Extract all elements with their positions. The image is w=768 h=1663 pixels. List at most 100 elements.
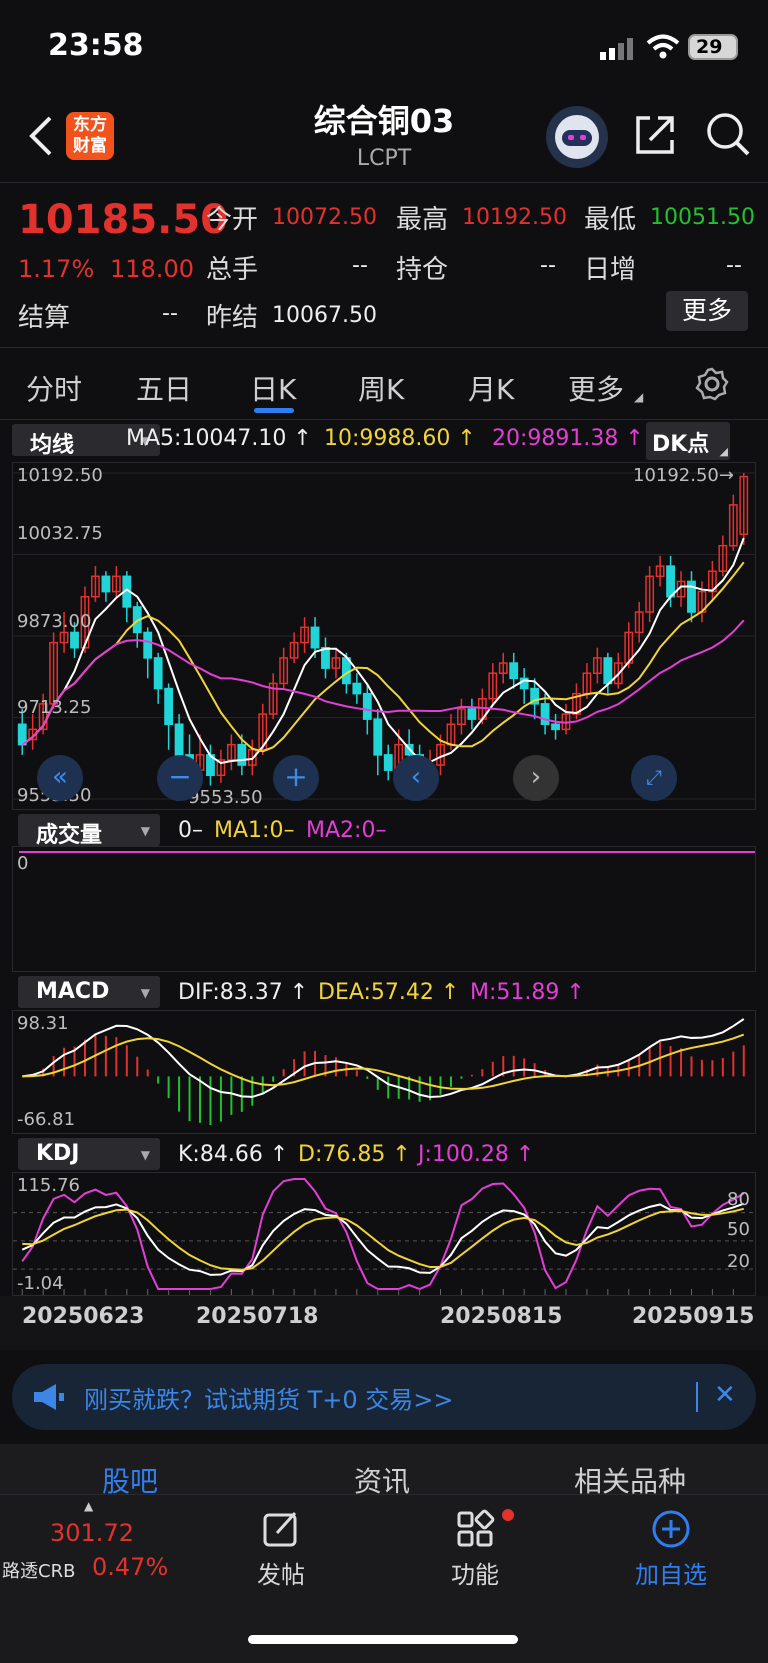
tab-intraday[interactable]: 分时 bbox=[26, 368, 82, 408]
scroll-right-button[interactable]: › bbox=[513, 755, 559, 801]
back-icon[interactable] bbox=[26, 114, 56, 158]
candle-body bbox=[164, 687, 174, 726]
candle-body bbox=[373, 718, 383, 756]
dropdown-arrow-icon: ▼ bbox=[140, 1148, 150, 1162]
volume-panel[interactable]: 0 bbox=[12, 846, 756, 972]
corner-arrow-icon: ◢ bbox=[719, 445, 728, 458]
kdj-j-legend: J:100.28 ↑ bbox=[418, 1142, 535, 1167]
candle-body bbox=[101, 575, 111, 593]
kdj-d-legend: D:76.85 ↑ bbox=[298, 1142, 411, 1167]
fullscreen-icon[interactable]: ⤢ bbox=[631, 755, 677, 801]
indicator-selector-kdj[interactable]: KDJ ▼ bbox=[18, 1138, 160, 1170]
tab-five-day[interactable]: 五日 bbox=[136, 368, 192, 408]
indicator-selector-macd[interactable]: MACD ▼ bbox=[18, 976, 160, 1008]
high-label: 最高 bbox=[396, 205, 449, 235]
date-label-3: 20250815 bbox=[440, 1304, 563, 1329]
candle-body bbox=[666, 565, 675, 598]
logo-text-top: 东方 bbox=[73, 115, 107, 135]
open-label: 今开 bbox=[206, 205, 259, 235]
scroll-left-fast-button[interactable]: « bbox=[37, 755, 83, 801]
kdj-level-50: 50 bbox=[727, 1219, 750, 1240]
candlestick-panel[interactable]: 10192.50 10032.75 9873.00 9713.25 9553.5… bbox=[12, 462, 756, 810]
quote-panel: 10185.50 1.17% 118.00 今开 10072.50 最高 101… bbox=[0, 182, 768, 348]
tab-more[interactable]: 更多 bbox=[568, 368, 624, 408]
kdj-y-bottom: -1.04 bbox=[17, 1273, 64, 1294]
tab-monthly-k[interactable]: 月K bbox=[468, 368, 514, 408]
ma5-legend-text: MA5:10047.10 bbox=[126, 426, 287, 451]
robot-avatar-icon[interactable] bbox=[546, 106, 608, 168]
date-label-4: 20250915 bbox=[632, 1304, 755, 1329]
search-icon[interactable] bbox=[704, 110, 752, 158]
y-label-4: 9713.25 bbox=[17, 697, 92, 718]
promo-text[interactable]: 刚买就跌？试试期货 T+0 交易>> bbox=[84, 1380, 454, 1415]
app-logo: 东方 财富 bbox=[66, 112, 114, 160]
candle-body bbox=[310, 626, 320, 649]
j-line bbox=[21, 1177, 745, 1291]
instrument-title: 综合铜03 LCPT bbox=[250, 92, 518, 171]
candle-body bbox=[153, 657, 163, 690]
page-subtitle: LCPT bbox=[356, 146, 412, 171]
add-circle-icon bbox=[652, 1510, 690, 1548]
macd-panel[interactable]: 98.31 -66.81 bbox=[12, 1010, 756, 1134]
dif-legend-text: DIF:83.37 bbox=[178, 980, 283, 1005]
dk-point-button[interactable]: DK点 ◢ bbox=[646, 422, 730, 460]
zoom-in-button[interactable]: + bbox=[273, 755, 319, 801]
function-button[interactable]: 功能 bbox=[438, 1509, 512, 1590]
dea-legend-text: DEA:57.42 bbox=[318, 980, 434, 1005]
macd-dea-legend: DEA:57.42 ↑ bbox=[318, 980, 460, 1005]
max-price-note: 10192.50→ bbox=[633, 465, 734, 486]
edit-icon bbox=[263, 1511, 297, 1547]
function-label: 功能 bbox=[451, 1561, 499, 1589]
kdj-y-top: 115.76 bbox=[17, 1175, 80, 1196]
ma5-legend: MA5:10047.10 ↑ bbox=[126, 426, 312, 451]
candle-body bbox=[70, 631, 79, 649]
ma20-legend: 20:9891.38 ↑ bbox=[492, 426, 644, 451]
candle-body bbox=[321, 646, 330, 669]
battery-level: 29 bbox=[696, 36, 723, 58]
change-value: 118.00 bbox=[110, 255, 194, 283]
zoom-out-button[interactable]: − bbox=[157, 755, 203, 801]
home-indicator bbox=[248, 1635, 518, 1644]
wifi-icon bbox=[646, 34, 680, 60]
candle-body bbox=[237, 743, 247, 766]
volume-selector-label: 成交量 bbox=[36, 823, 103, 848]
kdj-selector-label: KDJ bbox=[36, 1141, 80, 1166]
volume-legend: 0– bbox=[178, 818, 203, 843]
tab-daily-k[interactable]: 日K bbox=[250, 368, 296, 408]
index-value[interactable]: 301.72 bbox=[50, 1519, 134, 1547]
post-button[interactable]: 发帖 bbox=[244, 1509, 318, 1590]
macd-y-top: 98.31 bbox=[17, 1013, 69, 1034]
add-watchlist-label: 加自选 bbox=[635, 1561, 707, 1589]
d-line bbox=[22, 1207, 745, 1271]
close-icon[interactable]: ✕ bbox=[714, 1380, 736, 1410]
scroll-left-button[interactable]: ‹ bbox=[393, 755, 439, 801]
j-legend-text: J:100.28 bbox=[418, 1142, 509, 1167]
settle-label: 结算 bbox=[18, 303, 71, 333]
ma20-legend-text: 20:9891.38 bbox=[492, 426, 619, 451]
indicator-selector-volume[interactable]: 成交量 ▼ bbox=[18, 814, 160, 848]
promo-banner[interactable]: 刚买就跌？试试期货 T+0 交易>> ✕ bbox=[12, 1364, 756, 1430]
daily-increase-label: 日增 bbox=[584, 255, 637, 285]
share-icon[interactable] bbox=[632, 112, 678, 158]
index-percent[interactable]: 0.47% bbox=[92, 1553, 168, 1581]
ma10-legend-text: 10:9988.60 bbox=[324, 426, 451, 451]
index-name[interactable]: 路透CRB bbox=[2, 1557, 75, 1583]
settings-gear-icon[interactable] bbox=[694, 366, 730, 402]
tab-weekly-k[interactable]: 周K bbox=[358, 368, 404, 408]
ma5-line bbox=[21, 537, 745, 765]
open-interest-label: 持仓 bbox=[396, 255, 449, 285]
app-header: 东方 财富 综合铜03 LCPT bbox=[0, 92, 768, 182]
bottom-toolbar: ▲ 301.72 路透CRB 0.47% 发帖 功能 加自选 bbox=[0, 1494, 768, 1663]
candle-body bbox=[551, 723, 560, 731]
candle-body bbox=[143, 631, 153, 659]
kdj-level-80: 80 bbox=[727, 1189, 750, 1210]
volume-label: 总手 bbox=[206, 255, 259, 285]
add-watchlist-button[interactable]: 加自选 bbox=[626, 1509, 716, 1590]
kdj-panel[interactable]: 115.76 -1.04 80 50 20 bbox=[12, 1172, 756, 1296]
active-tab-indicator bbox=[254, 408, 294, 413]
bottom-area: 股吧 资讯 相关品种 ▲ 301.72 路透CRB 0.47% 发帖 功能 加自… bbox=[0, 1444, 768, 1663]
volume-value: -- bbox=[352, 253, 368, 278]
more-button[interactable]: 更多 bbox=[666, 291, 748, 331]
kdj-k-legend: K:84.66 ↑ bbox=[178, 1142, 289, 1167]
k-legend-text: K:84.66 bbox=[178, 1142, 263, 1167]
